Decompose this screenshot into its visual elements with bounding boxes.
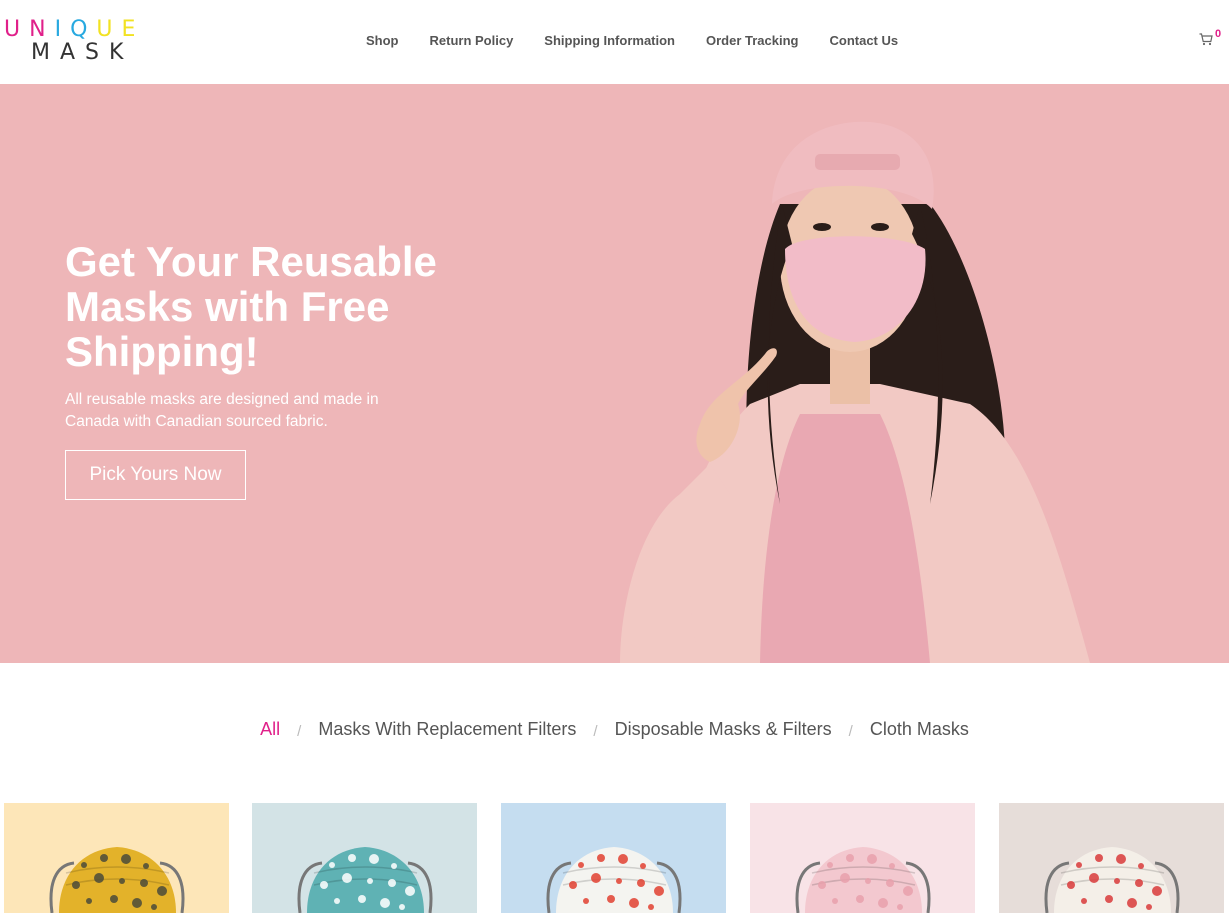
product-card[interactable]: [999, 803, 1224, 913]
nav-item-shipping-information[interactable]: Shipping Information: [544, 33, 675, 48]
hero-model-image: [620, 121, 1090, 663]
product-card[interactable]: [4, 803, 229, 913]
logo-letter: Q: [70, 17, 97, 42]
logo-letter: N: [29, 17, 55, 42]
filter-separator: /: [848, 723, 853, 740]
nav-item-shop[interactable]: Shop: [366, 33, 399, 48]
nav-item-return-policy[interactable]: Return Policy: [430, 33, 514, 48]
category-filter: All / Masks With Replacement Filters / D…: [0, 719, 1229, 740]
product-image: [999, 803, 1224, 913]
cart-button[interactable]: 0: [1199, 28, 1229, 52]
main-nav: Shop Return Policy Shipping Information …: [366, 33, 929, 48]
product-image: [4, 803, 229, 913]
product-card[interactable]: [252, 803, 477, 913]
cart-count-badge: 0: [1215, 28, 1222, 40]
filter-all[interactable]: All: [260, 719, 280, 740]
hero-subtitle: All reusable masks are designed and made…: [65, 391, 379, 430]
filter-masks-with-replacement-filters[interactable]: Masks With Replacement Filters: [318, 719, 576, 740]
filter-separator: /: [593, 723, 598, 740]
logo-letter: U: [96, 17, 122, 42]
filter-disposable-masks-and-filters[interactable]: Disposable Masks & Filters: [615, 719, 832, 740]
product-card[interactable]: [750, 803, 975, 913]
cart-icon: [1199, 33, 1213, 46]
brand-logo[interactable]: U N I Q U E MASK: [4, 18, 154, 64]
product-image: [501, 803, 726, 913]
nav-item-contact-us[interactable]: Contact Us: [830, 33, 899, 48]
hero-banner: Get Your Reusable Masks with Free Shippi…: [0, 84, 1229, 663]
filter-separator: /: [297, 723, 302, 740]
product-card[interactable]: [501, 803, 726, 913]
product-image: [252, 803, 477, 913]
site-header: U N I Q U E MASK Shop Return Policy Ship…: [0, 0, 1229, 84]
logo-letter: E: [121, 17, 145, 42]
logo-letter: U: [4, 17, 30, 42]
product-grid: [4, 803, 1229, 913]
pick-yours-now-button[interactable]: Pick Yours Now: [65, 450, 246, 500]
logo-letter: I: [54, 17, 71, 42]
filter-cloth-masks[interactable]: Cloth Masks: [870, 719, 969, 740]
logo-bottom-word: MASK: [31, 40, 134, 65]
hero-title: Get Your Reusable Masks with Free Shippi…: [65, 238, 437, 375]
product-image: [750, 803, 975, 913]
nav-item-order-tracking[interactable]: Order Tracking: [706, 33, 798, 48]
logo-top-word: U N I Q U E: [4, 18, 154, 42]
